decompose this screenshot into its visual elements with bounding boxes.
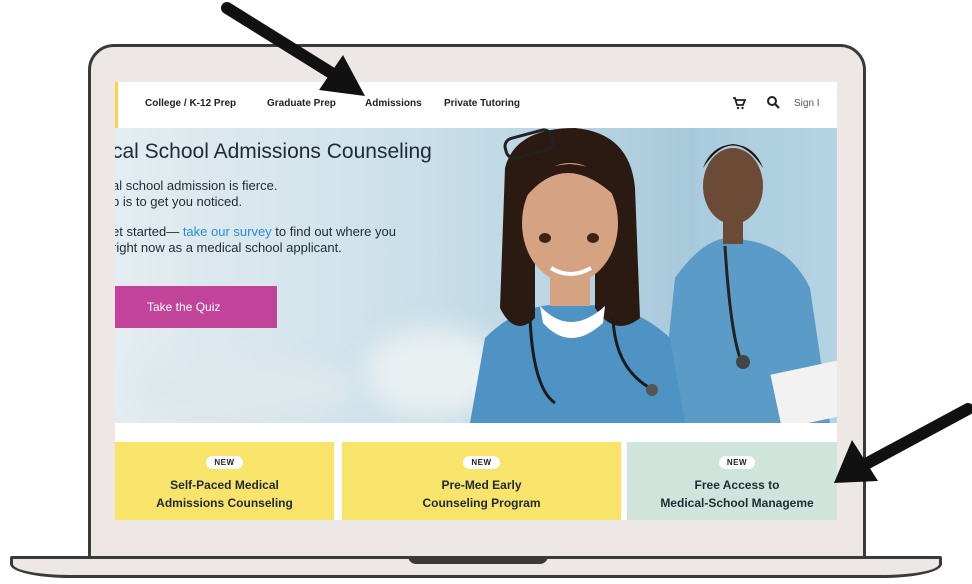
hero-banner: cal School Admissions Counseling al scho… [115,128,837,423]
hero-text-line: et started— take our survey to find out … [115,224,396,239]
hero-text-line: right now as a medical school applicant. [115,240,342,255]
card-title-line: Counseling Program [422,496,541,510]
hero-text-fragment: et started— [115,224,183,239]
card-title: Pre-Med Early Counseling Program [342,476,621,512]
pointer-arrow-icon [221,2,365,96]
survey-link[interactable]: take our survey [183,224,272,239]
new-badge: NEW [206,456,243,469]
pointer-arrow-icon [834,403,972,483]
card-title: Self-Paced Medical Admissions Counseling [115,476,334,512]
new-badge: NEW [718,456,756,469]
cart-icon[interactable] [732,96,746,110]
laptop-screen: College / K-12 Prep Graduate Prep Admiss… [115,82,837,520]
hero-text-line: al school admission is fierce. [115,178,278,193]
card-title-line: Admissions Counseling [156,496,293,510]
card-title: Free Access to Medical-School Manageme [627,476,837,512]
take-the-quiz-button[interactable]: Take the Quiz [115,286,277,328]
card-title-line: Free Access to [694,478,780,492]
feature-cards: NEW Self-Paced Medical Admissions Counsel… [115,442,837,520]
search-icon[interactable] [766,95,780,109]
card-title-line: Medical-School Manageme [660,496,814,510]
card-title-line: Pre-Med Early [441,478,522,492]
card-title-line: Self-Paced Medical [170,478,279,492]
hero-photo-medical-students [470,128,837,423]
sign-in-link[interactable]: Sign I [794,98,820,109]
hero-title: cal School Admissions Counseling [115,140,432,163]
card-pre-med-early-counseling[interactable]: NEW Pre-Med Early Counseling Program [342,442,621,520]
laptop-notch [408,556,548,564]
card-free-access-management[interactable]: NEW Free Access to Medical-School Managem… [627,442,837,520]
nav-private-tutoring[interactable]: Private Tutoring [444,98,520,109]
hero-text-fragment: to find out where you [271,224,396,239]
hero-background-blur [135,358,355,418]
hero-text-line: b is to get you noticed. [115,194,243,209]
card-self-paced-counseling[interactable]: NEW Self-Paced Medical Admissions Counsel… [115,442,334,520]
new-badge: NEW [463,456,500,469]
